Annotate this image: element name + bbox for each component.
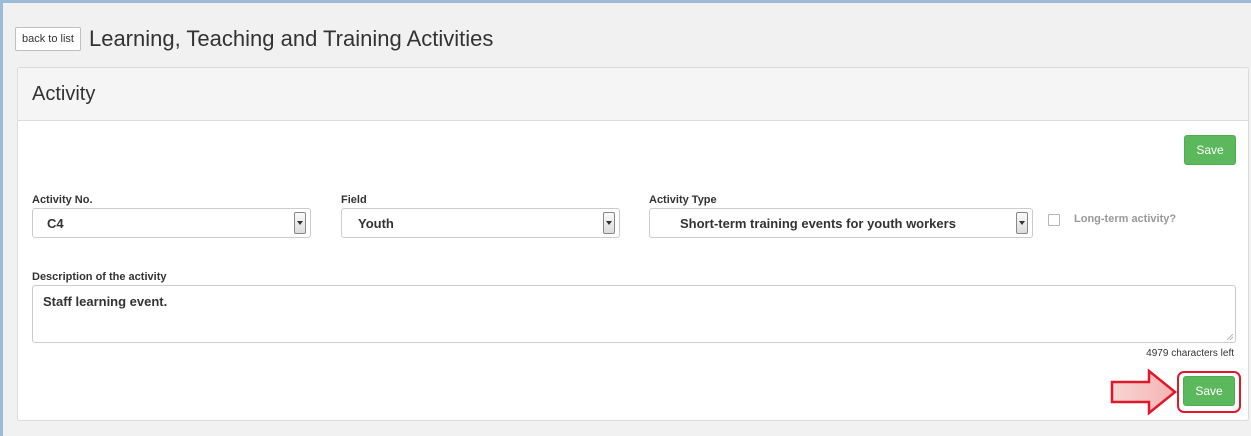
long-term-label: Long-term activity? [1074,213,1177,225]
header: back to list Learning, Teaching and Trai… [15,19,493,59]
activity-type-label: Activity Type [649,194,717,206]
description-value: Staff learning event. [43,294,168,309]
field-select[interactable]: Youth [341,208,620,238]
activity-no-value: C4 [47,215,64,231]
long-term-checkbox[interactable] [1048,214,1060,226]
highlight-outline [1177,371,1241,413]
chevron-down-icon[interactable] [603,212,615,234]
panel-title: Activity [32,82,96,105]
characters-left: 4979 characters left [1146,348,1234,359]
activity-type-value: Short-term training events for youth wor… [680,215,956,231]
activity-type-select[interactable]: Short-term training events for youth wor… [649,208,1033,238]
chevron-down-icon[interactable] [1016,212,1028,234]
description-textarea[interactable]: Staff learning event. [32,285,1236,343]
activity-no-label: Activity No. [32,194,93,206]
back-to-list-button[interactable]: back to list [15,27,81,51]
activity-panel: Activity Save Activity No. C4 Field Yout… [17,67,1249,421]
chevron-down-icon[interactable] [294,212,306,234]
field-value: Youth [358,215,394,231]
red-arrow-icon [1110,368,1177,416]
panel-header: Activity [18,68,1248,121]
window: back to list Learning, Teaching and Trai… [0,0,1251,436]
activity-no-select[interactable]: C4 [32,208,311,238]
page-title: Learning, Teaching and Training Activiti… [88,26,494,51]
save-button-top[interactable]: Save [1184,135,1236,165]
field-label: Field [341,194,367,206]
description-label: Description of the activity [32,271,167,283]
resize-grip-icon[interactable] [1227,334,1233,340]
